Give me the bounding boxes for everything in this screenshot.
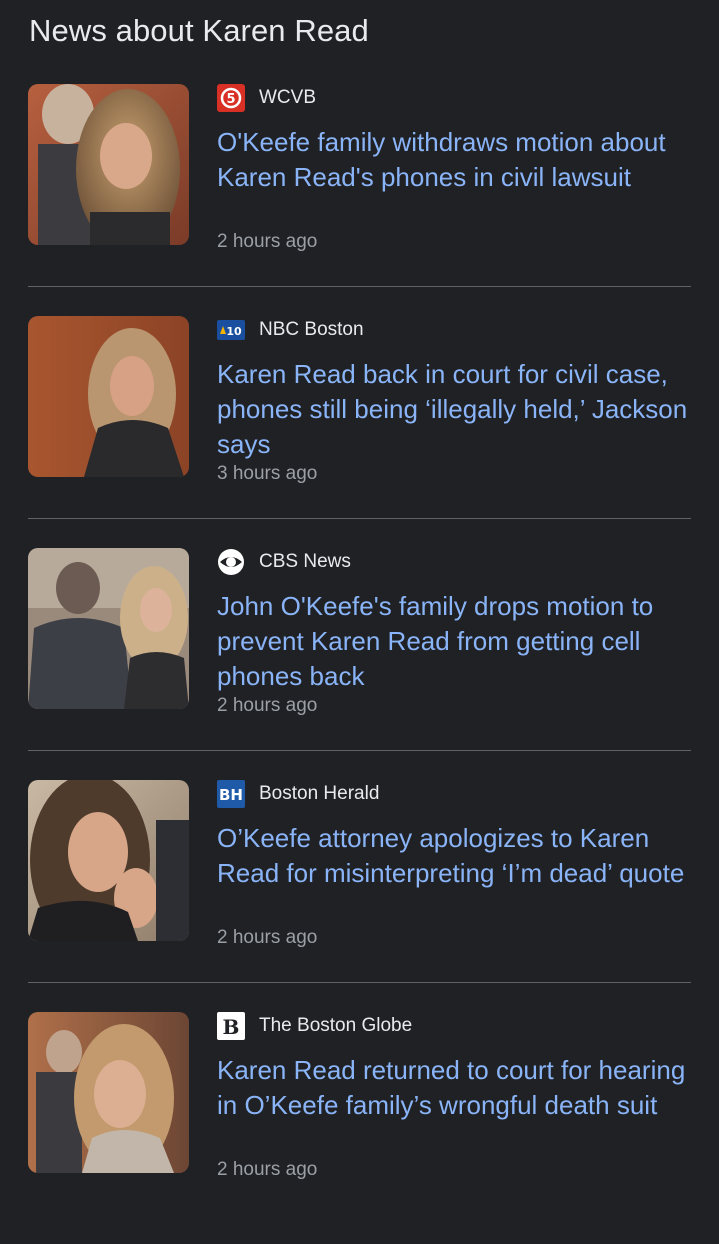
svg-text:5: 5 [226, 92, 235, 107]
boston-herald-bh-icon: BH [217, 780, 245, 808]
divider [28, 982, 691, 983]
article-timestamp: 2 hours ago [217, 231, 318, 252]
article-headline-link[interactable]: O’Keefe attorney apologizes to Karen Rea… [217, 821, 697, 891]
article-timestamp: 3 hours ago [217, 463, 318, 484]
source-name: Boston Herald [259, 783, 380, 804]
article-timestamp: 2 hours ago [217, 695, 318, 716]
divider [28, 286, 691, 287]
article-thumbnail[interactable] [28, 1012, 189, 1173]
article-headline-link[interactable]: Karen Read back in court for civil case,… [217, 357, 697, 462]
article-source: B The Boston Globe [217, 1012, 412, 1040]
source-name: CBS News [259, 551, 351, 572]
article-thumbnail[interactable] [28, 780, 189, 941]
news-article-5[interactable]: B The Boston Globe Karen Read returned t… [0, 1012, 719, 1244]
divider [28, 750, 691, 751]
boston-globe-icon: B [217, 1012, 245, 1040]
svg-text:10: 10 [226, 325, 242, 338]
article-source: 10 NBC Boston [217, 316, 364, 344]
article-source: BH Boston Herald [217, 780, 379, 808]
source-name: NBC Boston [259, 319, 364, 340]
news-article-1[interactable]: 5 WCVB O'Keefe family withdraws motion a… [0, 84, 719, 316]
article-timestamp: 2 hours ago [217, 927, 318, 948]
article-headline-link[interactable]: O'Keefe family withdraws motion about Ka… [217, 125, 697, 195]
nbc-boston-10-icon: 10 [217, 316, 245, 344]
svg-text:BH: BH [219, 786, 243, 804]
section-title: News about Karen Read [29, 13, 369, 48]
news-article-3[interactable]: CBS News John O'Keefe's family drops mot… [0, 548, 719, 780]
divider [28, 518, 691, 519]
article-headline-link[interactable]: John O'Keefe's family drops motion to pr… [217, 589, 697, 694]
article-source: CBS News [217, 548, 351, 576]
article-thumbnail[interactable] [28, 316, 189, 477]
wcvb-channel-5-icon: 5 [217, 84, 245, 112]
article-thumbnail[interactable] [28, 84, 189, 245]
source-name: The Boston Globe [259, 1015, 413, 1036]
news-article-2[interactable]: 10 NBC Boston Karen Read back in court f… [0, 316, 719, 548]
article-timestamp: 2 hours ago [217, 1159, 318, 1180]
news-article-4[interactable]: BH Boston Herald O’Keefe attorney apolog… [0, 780, 719, 1012]
article-headline-link[interactable]: Karen Read returned to court for hearing… [217, 1053, 697, 1123]
article-source: 5 WCVB [217, 84, 316, 112]
svg-text:B: B [223, 1015, 240, 1039]
article-thumbnail[interactable] [28, 548, 189, 709]
source-name: WCVB [259, 87, 316, 108]
cbs-eye-icon [217, 548, 245, 576]
